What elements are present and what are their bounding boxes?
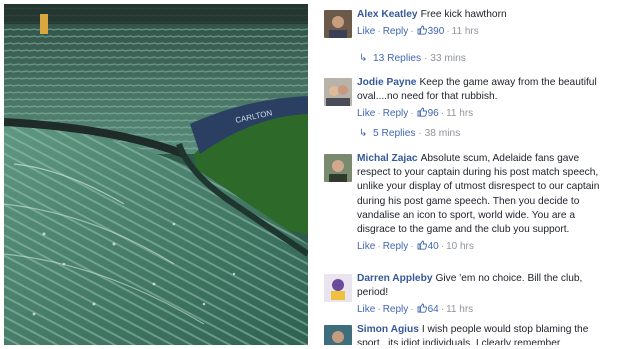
like-link[interactable]: Like — [357, 26, 375, 37]
reply-link[interactable]: Reply — [383, 26, 409, 37]
view-replies[interactable]: ↳ 5 Replies · 38 mins — [359, 128, 460, 139]
like-link[interactable]: Like — [357, 304, 375, 315]
avatar[interactable] — [324, 10, 352, 38]
avatar[interactable] — [324, 78, 352, 106]
commenter-name[interactable]: Jodie Payne — [357, 77, 416, 88]
reply-arrow-icon: ↳ — [359, 128, 368, 139]
commenter-name[interactable]: Darren Appleby — [357, 273, 432, 284]
reply-arrow-icon: ↳ — [359, 53, 368, 64]
thumbs-up-icon — [417, 303, 427, 314]
comment-time[interactable]: 11 hrs — [446, 108, 473, 119]
replies-count[interactable]: 5 Replies — [373, 128, 415, 139]
commenter-name[interactable]: Simon Agius — [357, 324, 419, 335]
commenter-name[interactable]: Alex Keatley — [357, 9, 418, 20]
stadium-seats-image: CARLTON — [4, 4, 308, 345]
comment-time[interactable]: 11 hrs — [452, 26, 479, 37]
comment-time[interactable]: 10 hrs — [446, 241, 474, 252]
comment-text: Absolute scum, Adelaide fans gave respec… — [357, 153, 600, 236]
like-count[interactable]: 96 — [428, 108, 439, 119]
reply-link[interactable]: Reply — [383, 241, 409, 252]
commenter-name[interactable]: Michal Zajac — [357, 153, 418, 164]
like-count[interactable]: 390 — [428, 26, 445, 37]
stadium-photo: CARLTON — [4, 4, 308, 345]
comment-text: Free kick hawthorn — [420, 9, 507, 20]
replies-count[interactable]: 13 Replies — [373, 53, 421, 64]
thumbs-up-icon — [417, 107, 427, 118]
like-count[interactable]: 64 — [428, 304, 439, 315]
like-link[interactable]: Like — [357, 108, 375, 119]
avatar[interactable] — [324, 154, 352, 182]
comment-time[interactable]: 11 hrs — [446, 304, 473, 315]
thumbs-up-icon — [417, 240, 427, 250]
avatar[interactable] — [324, 325, 352, 345]
like-count[interactable]: 40 — [428, 241, 439, 252]
avatar[interactable] — [324, 274, 352, 302]
replies-time: 33 mins — [430, 53, 466, 64]
thumbs-up-icon — [417, 25, 427, 35]
comments-panel: Alex Keatley Free kick hawthorn Like · Repl… — [322, 6, 616, 345]
like-link[interactable]: Like — [357, 241, 375, 252]
reply-link[interactable]: Reply — [383, 304, 409, 315]
view-replies[interactable]: ↳ 13 Replies · 33 mins — [359, 53, 466, 64]
reply-link[interactable]: Reply — [383, 108, 409, 119]
replies-time: 38 mins — [424, 128, 461, 139]
spectator-figure — [40, 14, 48, 34]
